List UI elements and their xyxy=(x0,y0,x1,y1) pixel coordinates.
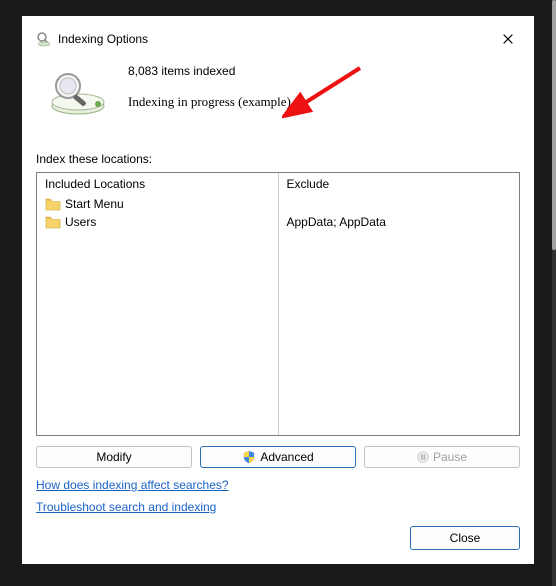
folder-icon xyxy=(45,197,61,211)
help-link-troubleshoot[interactable]: Troubleshoot search and indexing xyxy=(36,500,216,514)
folder-icon xyxy=(45,215,61,229)
indexing-options-dialog: Indexing Options xyxy=(22,16,534,564)
pause-label: Pause xyxy=(433,450,467,464)
links: How does indexing affect searches? Troub… xyxy=(36,478,520,514)
location-name: Users xyxy=(65,215,96,229)
locations-list[interactable]: Included Locations Start Menu Users Excl… xyxy=(36,172,520,436)
indexing-icon xyxy=(36,31,52,47)
indexed-count: 8,083 items indexed xyxy=(128,64,291,78)
advanced-button[interactable]: Advanced xyxy=(200,446,356,468)
indexing-status: Indexing in progress (example) xyxy=(128,94,291,110)
location-name: Start Menu xyxy=(65,197,124,211)
pause-button: Pause xyxy=(364,446,520,468)
drive-search-icon xyxy=(48,68,108,116)
included-column: Included Locations Start Menu Users xyxy=(37,173,278,435)
close-button[interactable]: Close xyxy=(410,526,520,550)
modify-button[interactable]: Modify xyxy=(36,446,192,468)
close-icon[interactable] xyxy=(496,27,520,51)
dialog-title: Indexing Options xyxy=(58,32,496,46)
advanced-label: Advanced xyxy=(260,450,313,464)
exclude-header: Exclude xyxy=(287,177,512,191)
footer: Close xyxy=(36,526,520,550)
titlebar: Indexing Options xyxy=(36,26,520,52)
header: 8,083 items indexed Indexing in progress… xyxy=(36,64,520,116)
scrollbar[interactable] xyxy=(552,0,556,586)
list-item: AppData; AppData xyxy=(287,213,512,231)
exclude-value: AppData; AppData xyxy=(287,215,386,229)
exclude-column: Exclude AppData; AppData xyxy=(278,173,520,435)
included-header: Included Locations xyxy=(45,177,270,191)
buttons-row: Modify Advanced xyxy=(36,446,520,468)
modify-label: Modify xyxy=(96,450,131,464)
list-item xyxy=(287,195,512,213)
pause-icon xyxy=(417,451,429,463)
help-link-searches[interactable]: How does indexing affect searches? xyxy=(36,478,229,492)
locations-label: Index these locations: xyxy=(36,152,520,166)
list-item[interactable]: Start Menu xyxy=(45,195,270,213)
shield-icon xyxy=(242,450,256,464)
scrollbar-thumb[interactable] xyxy=(552,0,556,250)
list-item[interactable]: Users xyxy=(45,213,270,231)
